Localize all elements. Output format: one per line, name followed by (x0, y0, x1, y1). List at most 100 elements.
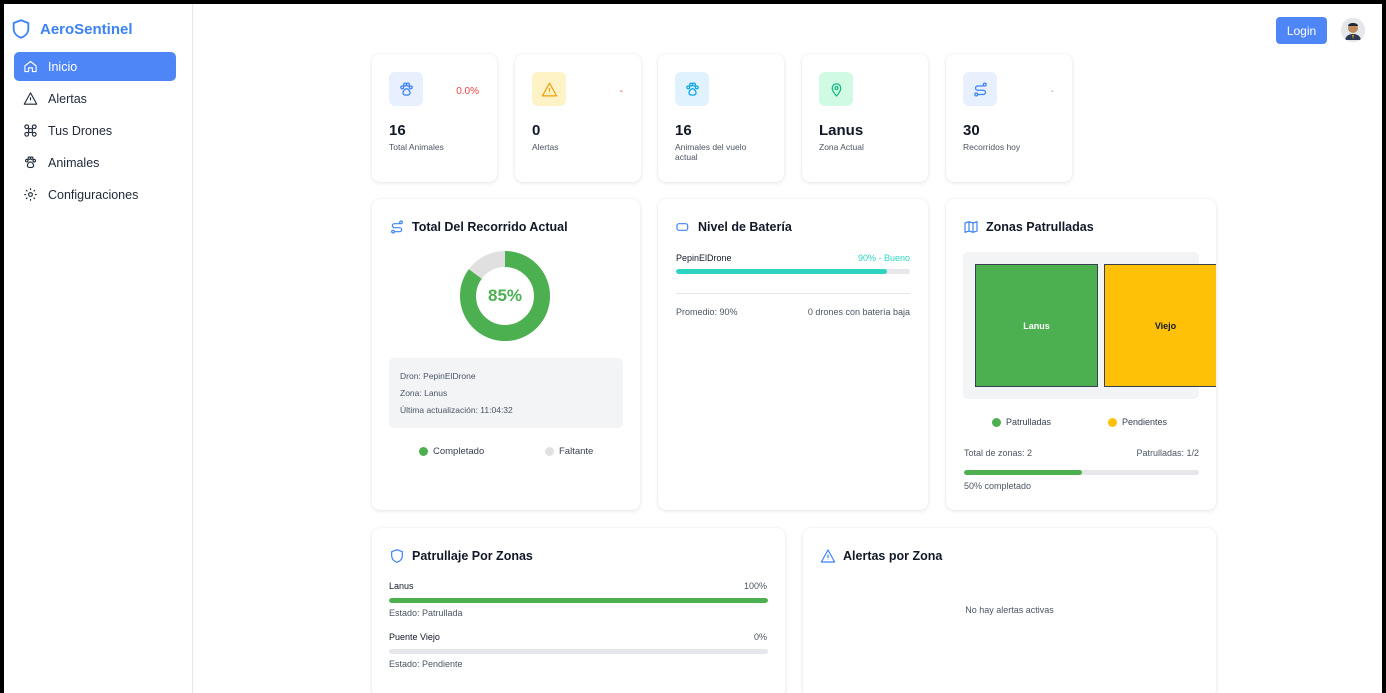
battery-promedio: Promedio: 90% (676, 307, 738, 317)
battery-low-count: 0 drones con batería baja (807, 307, 910, 317)
stat-label: Total Animales (389, 142, 444, 152)
bateria-title: Nivel de Batería (675, 219, 792, 235)
battery-drone-name: PepinElDrone (676, 253, 732, 263)
bateria-card: Nivel de Batería PepinElDrone 90% - Buen… (658, 199, 928, 510)
battery-icon (676, 223, 689, 231)
alertas-zona-title-text: Alertas por Zona (843, 549, 943, 563)
patrullaje-title: Patrullaje Por Zonas (389, 548, 533, 564)
sidebar-item-label: Configuraciones (48, 187, 139, 202)
legend-patrulladas: Patrulladas (992, 417, 1052, 428)
battery-bar-fill (676, 269, 887, 274)
legend-completado: Completado (419, 446, 484, 457)
alert-triangle-icon (23, 92, 38, 105)
sidebar-item-label: Animales (48, 155, 100, 170)
zone-block-viejo[interactable]: Viejo (1104, 264, 1216, 387)
home-icon (24, 60, 37, 73)
route-icon (391, 220, 403, 234)
stat-card-animales-vuelo: 16 Animales del vuelo actual (658, 54, 784, 182)
drone-icon (24, 124, 37, 137)
sidebar-item-animales[interactable]: Animales (14, 148, 176, 177)
zonas-title-text: Zonas Patrulladas (986, 220, 1094, 234)
info-dron: Dron: PepinElDrone (400, 371, 476, 381)
paw-icon (24, 156, 37, 169)
stat-change: - (619, 86, 623, 97)
sidebar: AeroSentinel Inicio Alertas Tus Drones A… (4, 4, 193, 693)
stat-value: 30 (963, 122, 980, 139)
sidebar-item-alertas[interactable]: Alertas (14, 84, 176, 113)
zones-progress-label: 50% completado (964, 481, 1032, 491)
zone-progress-bar (389, 649, 768, 654)
legend-dot (1108, 418, 1117, 428)
recorrido-title: Total Del Recorrido Actual (389, 219, 568, 235)
stat-label: Alertas (532, 142, 559, 152)
zones-progress-bar (964, 470, 1199, 475)
stat-card-zona-actual: Lanus Zona Actual (802, 54, 928, 182)
stat-value: Lanus (819, 122, 864, 139)
legend-label: Faltante (559, 446, 594, 457)
zone-progress-bar (389, 598, 768, 603)
shield-logo-icon (12, 19, 30, 39)
user-avatar-icon (1341, 18, 1365, 42)
no-alerts-message: No hay alertas activas (965, 605, 1054, 615)
recorrido-info-box: Dron: PepinElDrone Zona: Lanus Última ac… (389, 358, 623, 428)
paw-icon (675, 72, 709, 106)
sidebar-item-configuraciones[interactable]: Configuraciones (14, 180, 176, 209)
zone-percent: 100% (743, 581, 767, 591)
map-pin-icon (819, 72, 853, 106)
legend-label: Pendientes (1122, 417, 1168, 427)
stat-label: Recorridos hoy (963, 142, 1021, 152)
brand-name: AeroSentinel (40, 20, 133, 38)
divider (676, 293, 910, 294)
battery-bar (676, 269, 910, 274)
zone-percent: 0% (753, 632, 767, 642)
stat-label: Animales del vuelo actual (675, 142, 747, 162)
sidebar-nav: Inicio Alertas Tus Drones Animales Confi… (14, 52, 176, 212)
stat-card-total-animales: 0.0% 16 Total Animales (372, 54, 497, 182)
stat-value: 16 (675, 122, 692, 139)
zone-status: Estado: Pendiente (389, 659, 463, 669)
zone-status: Estado: Patrullada (389, 608, 463, 618)
map-icon (964, 221, 978, 233)
login-button[interactable]: Login (1276, 17, 1327, 44)
legend-label: Patrulladas (1006, 417, 1052, 427)
zone-block-lanus[interactable]: Lanus (975, 264, 1098, 387)
stat-value: 16 (389, 122, 406, 139)
info-updated: Última actualización: 11:04:32 (400, 405, 513, 415)
info-zona: Zona: Lanus (400, 388, 448, 398)
brand[interactable]: AeroSentinel (10, 18, 133, 40)
sidebar-item-inicio[interactable]: Inicio (14, 52, 176, 81)
alertas-zona-title: Alertas por Zona (820, 548, 942, 564)
sidebar-item-label: Tus Drones (48, 123, 113, 138)
sidebar-item-label: Inicio (48, 59, 78, 74)
alertas-zona-card: Alertas por Zona No hay alertas activas (803, 528, 1216, 693)
zone-name: Lanus (389, 581, 414, 591)
battery-status: 90% - Bueno (857, 253, 910, 263)
stat-card-alertas: - 0 Alertas (515, 54, 641, 182)
shield-icon (391, 549, 403, 563)
patrullaje-card: Patrullaje Por Zonas Lanus 100% Estado: … (372, 528, 785, 693)
stat-change: 0.0% (456, 86, 479, 97)
legend-dot (419, 446, 428, 456)
gear-icon (24, 188, 37, 201)
legend-dot (992, 418, 1001, 428)
sidebar-item-drones[interactable]: Tus Drones (14, 116, 176, 145)
route-icon (963, 72, 997, 106)
stat-card-recorridos: - 30 Recorridos hoy (946, 54, 1072, 182)
legend-pendientes: Pendientes (1108, 417, 1168, 428)
recorrido-card: Total Del Recorrido Actual 85% Dron: Pep… (372, 199, 640, 510)
alert-triangle-icon (820, 549, 836, 563)
recorrido-title-text: Total Del Recorrido Actual (412, 220, 568, 234)
stat-value: 0 (532, 122, 541, 139)
legend-label: Completado (433, 446, 485, 457)
bateria-title-text: Nivel de Batería (698, 220, 792, 234)
zonas-card: Zonas Patrulladas Lanus Viejo Patrullada… (946, 199, 1216, 510)
legend-faltante: Faltante (545, 446, 593, 457)
zone-name: Puente Viejo (389, 632, 440, 642)
alert-triangle-icon (532, 72, 566, 106)
avatar[interactable] (1341, 18, 1365, 42)
zones-patrolled-count: Patrulladas: 1/2 (1136, 448, 1199, 458)
stat-change: - (1050, 86, 1054, 97)
zones-progress-fill (964, 470, 1082, 475)
legend-dot (545, 446, 554, 456)
zonas-title: Zonas Patrulladas (963, 219, 1094, 235)
